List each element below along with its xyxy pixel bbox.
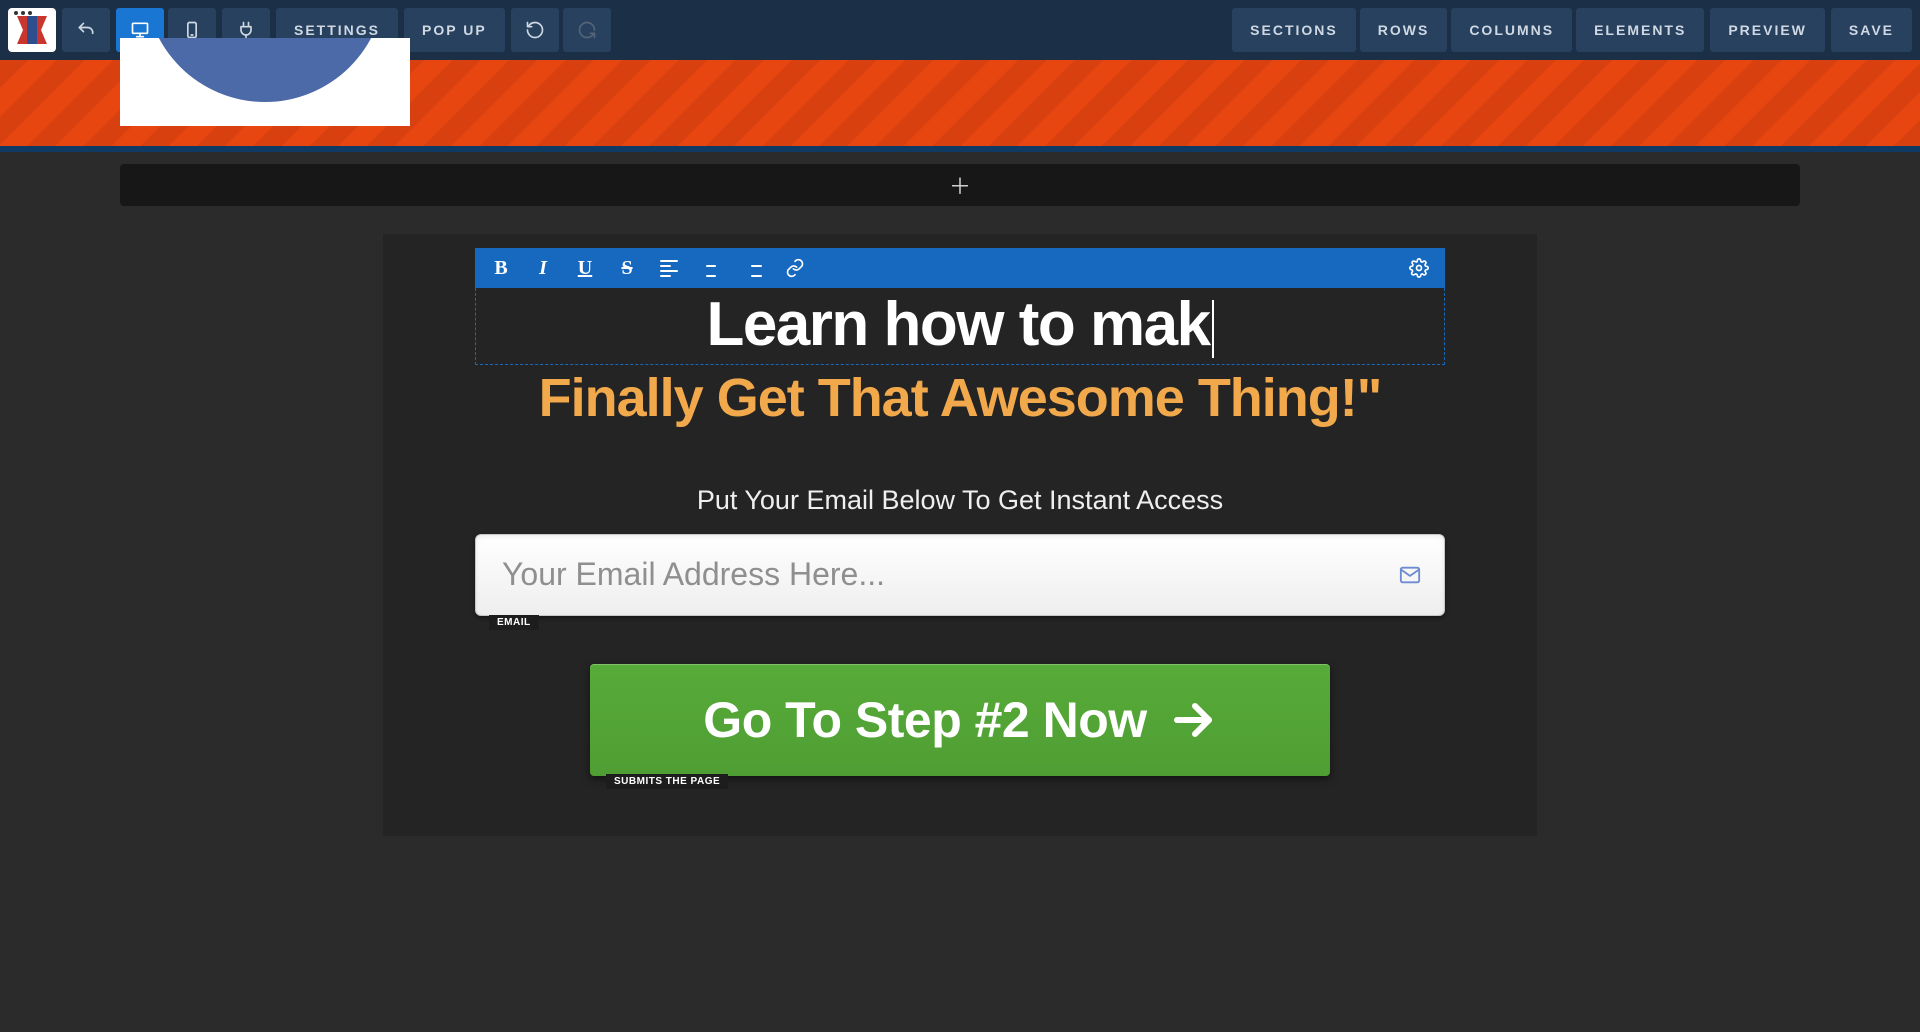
circle-shape-icon (145, 38, 385, 102)
bold-button[interactable]: B (481, 250, 521, 286)
align-right-icon (744, 260, 762, 277)
element-settings-button[interactable] (1399, 250, 1439, 286)
plug-icon (236, 20, 256, 40)
button-action-tag: SUBMITS THE PAGE (606, 774, 728, 789)
columns-button[interactable]: COLUMNS (1451, 8, 1572, 52)
history-redo-button[interactable] (563, 8, 611, 52)
cta-label: Go To Step #2 Now (703, 691, 1146, 749)
link-icon (785, 258, 805, 278)
rows-button[interactable]: ROWS (1360, 8, 1448, 52)
save-button[interactable]: SAVE (1831, 8, 1912, 52)
desktop-icon (130, 20, 150, 40)
sections-button[interactable]: SECTIONS (1232, 8, 1356, 52)
rich-text-toolbar: B I U S (475, 248, 1445, 288)
link-button[interactable] (775, 250, 815, 286)
undo-button[interactable] (62, 8, 110, 52)
gear-icon (1409, 258, 1429, 278)
field-type-tag: EMAIL (489, 615, 539, 630)
align-center-button[interactable] (691, 250, 731, 286)
sub-headline-text[interactable]: Finally Get That Awesome Thing!" (383, 367, 1537, 429)
lead-text[interactable]: Put Your Email Below To Get Instant Acce… (383, 485, 1537, 516)
align-right-button[interactable] (733, 250, 773, 286)
brand-logo-placeholder[interactable] (120, 38, 410, 126)
underline-button[interactable]: U (565, 250, 605, 286)
strikethrough-button[interactable]: S (607, 250, 647, 286)
undo-arrow-icon (76, 20, 96, 40)
elements-button[interactable]: ELEMENTS (1576, 8, 1704, 52)
history-undo-button[interactable] (511, 8, 559, 52)
structure-group: SECTIONS ROWS COLUMNS ELEMENTS (1232, 8, 1704, 52)
popup-button[interactable]: POP UP (404, 8, 505, 52)
headline-text-element[interactable]: Learn how to mak (475, 288, 1445, 365)
align-left-icon (660, 260, 678, 277)
hero-header-section[interactable] (0, 60, 1920, 152)
italic-button[interactable]: I (523, 250, 563, 286)
cta-button[interactable]: Go To Step #2 Now (590, 664, 1330, 776)
arrow-right-icon (1169, 696, 1217, 744)
mobile-icon (182, 20, 202, 40)
headline-editor: B I U S (475, 248, 1445, 365)
preview-button[interactable]: PREVIEW (1710, 8, 1825, 52)
email-field[interactable] (475, 534, 1445, 616)
email-input-element: EMAIL (475, 534, 1445, 616)
align-left-button[interactable] (649, 250, 689, 286)
page-column: B I U S (383, 234, 1537, 836)
rotate-ccw-icon (525, 20, 545, 40)
rotate-cw-icon (577, 20, 597, 40)
app-logo[interactable] (8, 8, 56, 52)
history-group (511, 8, 611, 52)
cta-button-element: Go To Step #2 Now SUBMITS THE PAGE (590, 664, 1330, 776)
text-caret-icon (1212, 300, 1214, 358)
editor-canvas: ＋ B I U S (0, 164, 1920, 836)
align-center-icon (702, 260, 720, 277)
mail-icon (1397, 564, 1423, 586)
headline-text: Learn how to mak (706, 290, 1209, 359)
plus-icon: ＋ (949, 169, 971, 201)
add-section-bar[interactable]: ＋ (120, 164, 1800, 206)
